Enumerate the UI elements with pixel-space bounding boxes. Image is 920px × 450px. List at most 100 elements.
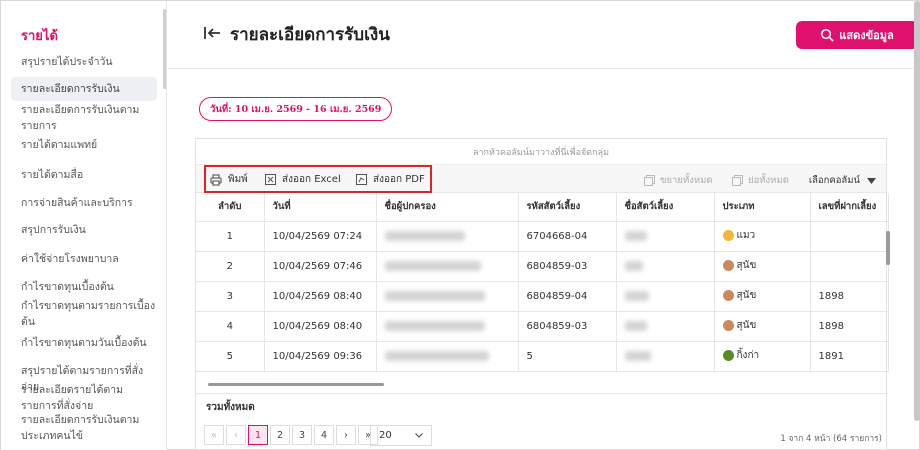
- table-row[interactable]: 3 10/04/2569 08:40 6804859-04 สุนัข 1898: [196, 281, 889, 312]
- column-header-pet-code[interactable]: รหัสสัตว์เลี้ยง: [518, 193, 617, 222]
- collapse-back-icon[interactable]: [202, 23, 222, 43]
- sidebar-item-goods-services-dispense[interactable]: การจ่ายสินค้าและบริการ: [21, 195, 157, 211]
- prev-page-button[interactable]: ‹: [226, 425, 246, 445]
- collapse-all-label: ย่อทั้งหมด: [748, 175, 789, 186]
- page-size-select[interactable]: 20: [370, 425, 432, 446]
- sidebar-item-income-by-doctor[interactable]: รายได้ตามแพทย์: [21, 137, 157, 153]
- sidebar-item-income-by-ordered-item-details[interactable]: รายละเอียดรายได้ตามรายการที่สั่งจ่าย: [21, 382, 157, 414]
- table-row[interactable]: 2 10/04/2569 07:46 6804859-03 สุนัข: [196, 251, 889, 282]
- cell-no: 5: [196, 341, 265, 372]
- show-data-button[interactable]: แสดงข้อมูล: [796, 21, 918, 49]
- data-grid: ลากหัวคอลัมน์มาวางที่นี่เพื่อจัดกลุ่ม พิ…: [195, 138, 890, 450]
- sidebar-item-profit-loss-by-item[interactable]: กำไรขาดทุนตามรายการเบื้องต้น: [21, 298, 157, 330]
- print-button[interactable]: พิมพ์: [210, 172, 248, 187]
- page-scrollbar[interactable]: [914, 1, 920, 421]
- column-header-owner-name[interactable]: ชื่อผู้ปกครอง: [376, 193, 519, 222]
- page-button-3[interactable]: 3: [292, 425, 312, 445]
- cell-deposit-no: 1898: [810, 281, 889, 312]
- sidebar-scrollbar[interactable]: [163, 9, 166, 89]
- cell-pet-name-redacted: [616, 221, 715, 252]
- column-header-date[interactable]: วันที่: [264, 193, 377, 222]
- column-header-type[interactable]: ประเภท: [714, 193, 811, 222]
- export-pdf-label: ส่งออก PDF: [373, 174, 425, 185]
- page-size-value: 20: [379, 430, 392, 441]
- cell-owner-name-redacted: [376, 281, 519, 312]
- cell-owner-name-redacted: [376, 251, 519, 282]
- cell-pet-name-redacted: [616, 281, 715, 312]
- cell-deposit-no: [810, 221, 889, 252]
- table-row[interactable]: 5 10/04/2569 09:36 5 กิ้งก่า 1891: [196, 341, 889, 372]
- column-header-pet-name[interactable]: ชื่อสัตว์เลี้ยง: [616, 193, 715, 222]
- cell-no: 1: [196, 221, 265, 252]
- cell-type: กิ้งก่า: [714, 341, 811, 372]
- excel-file-icon: [265, 174, 276, 185]
- sidebar-item-payment-by-patient-type[interactable]: รายละเอียดการรับเงินตามประเภทคนไข้: [21, 412, 157, 444]
- date-range-badge: วันที่: 10 เม.ย. 2569 - 16 เม.ย. 2569: [199, 97, 393, 121]
- dog-icon: [722, 290, 734, 301]
- cell-owner-name-redacted: [376, 341, 519, 372]
- sidebar-item-hospital-expenses[interactable]: ค่าใช้จ่ายโรงพยาบาล: [21, 251, 157, 267]
- cell-pet-code: 6804859-03: [518, 251, 617, 282]
- cell-date: 10/04/2569 07:24: [264, 221, 377, 252]
- chevron-down-icon: [415, 433, 423, 438]
- dog-icon: [722, 260, 734, 271]
- sidebar-item-daily-income-summary[interactable]: สรุปรายได้ประจำวัน: [21, 54, 157, 70]
- first-page-button[interactable]: «: [204, 425, 224, 445]
- sidebar-header: รายได้: [21, 29, 58, 44]
- type-label: สุนัข: [736, 290, 757, 301]
- cell-type: แมว: [714, 221, 811, 252]
- cell-type: สุนัข: [714, 251, 811, 282]
- horizontal-scrollbar[interactable]: [208, 383, 384, 386]
- choose-columns-label: เลือกคอลัมน์: [808, 175, 860, 186]
- page-button-2[interactable]: 2: [270, 425, 290, 445]
- export-excel-button[interactable]: ส่งออก Excel: [265, 172, 341, 187]
- cell-deposit-no: 1898: [810, 311, 889, 342]
- cell-date: 10/04/2569 08:40: [264, 311, 377, 342]
- page-header: รายละเอียดการรับเงิน แสดงข้อมูล: [168, 1, 920, 69]
- cell-pet-code: 5: [518, 341, 617, 372]
- cell-type: สุนัข: [714, 281, 811, 312]
- cell-date: 10/04/2569 07:46: [264, 251, 377, 282]
- cell-owner-name-redacted: [376, 311, 519, 342]
- choose-columns-button[interactable]: เลือกคอลัมน์: [809, 173, 876, 188]
- redacted-text: [384, 350, 489, 361]
- column-header-no[interactable]: ลำดับ: [196, 193, 265, 222]
- sidebar-item-profit-loss-by-day[interactable]: กำไรขาดทุนตามวันเบื้องต้น: [21, 335, 157, 351]
- data-table: ลำดับ วันที่ ชื่อผู้ปกครอง รหัสสัตว์เลี้…: [196, 193, 889, 372]
- sidebar: รายได้ สรุปรายได้ประจำวัน รายละเอียดการร…: [1, 1, 167, 450]
- sidebar-item-preliminary-profit-loss[interactable]: กำไรขาดทุนเบื้องต้น: [21, 279, 157, 295]
- table-row[interactable]: 1 10/04/2569 07:24 6704668-04 แมว: [196, 221, 889, 252]
- sidebar-item-payment-details-by-item[interactable]: รายละเอียดการรับเงินตามรายการ: [21, 102, 157, 134]
- expand-all-button[interactable]: ขยายทั้งหมด: [644, 173, 713, 188]
- pagination: « ‹ 1 2 3 4 › »: [204, 425, 378, 445]
- group-panel[interactable]: ลากหัวคอลัมน์มาวางที่นี่เพื่อจัดกลุ่ม: [196, 139, 886, 165]
- redacted-text: [384, 260, 481, 271]
- sidebar-item-payment-summary[interactable]: สรุปการรับเงิน: [21, 222, 157, 238]
- expand-all-label: ขยายทั้งหมด: [660, 175, 713, 186]
- cell-pet-code: 6804859-04: [518, 281, 617, 312]
- export-pdf-button[interactable]: ส่งออก PDF: [356, 172, 425, 187]
- page-button-1[interactable]: 1: [248, 425, 268, 445]
- collapse-all-button[interactable]: ย่อทั้งหมด: [732, 173, 789, 188]
- cell-no: 3: [196, 281, 265, 312]
- next-page-button[interactable]: ›: [336, 425, 356, 445]
- pagination-info: 1 จาก 4 หน้า (64 รายการ): [780, 434, 882, 444]
- sidebar-item-payment-details[interactable]: รายละเอียดการรับเงิน: [11, 77, 157, 101]
- redacted-text: [384, 320, 485, 331]
- grid-toolbar: พิมพ์ ส่งออก Excel ส่งออก PDF ขยายทั้งหม…: [196, 165, 886, 193]
- page-title: รายละเอียดการรับเงิน: [230, 25, 390, 45]
- table-row[interactable]: 4 10/04/2569 08:40 6804859-03 สุนัข 1898: [196, 311, 889, 342]
- sidebar-item-income-by-media[interactable]: รายได้ตามสื่อ: [21, 167, 157, 183]
- cell-pet-name-redacted: [616, 251, 715, 282]
- type-label: แมว: [736, 230, 756, 241]
- column-header-deposit-no[interactable]: เลขที่ฝากเลี้ยง: [810, 193, 889, 222]
- redacted-text: [624, 230, 647, 241]
- type-label: กิ้งก่า: [736, 350, 760, 361]
- search-icon: [821, 28, 834, 42]
- page-button-4[interactable]: 4: [314, 425, 334, 445]
- dog-icon: [722, 320, 734, 331]
- expand-icon: [644, 175, 655, 186]
- export-excel-label: ส่งออก Excel: [282, 174, 341, 185]
- cell-pet-name-redacted: [616, 341, 715, 372]
- vertical-scrollbar[interactable]: [886, 231, 890, 265]
